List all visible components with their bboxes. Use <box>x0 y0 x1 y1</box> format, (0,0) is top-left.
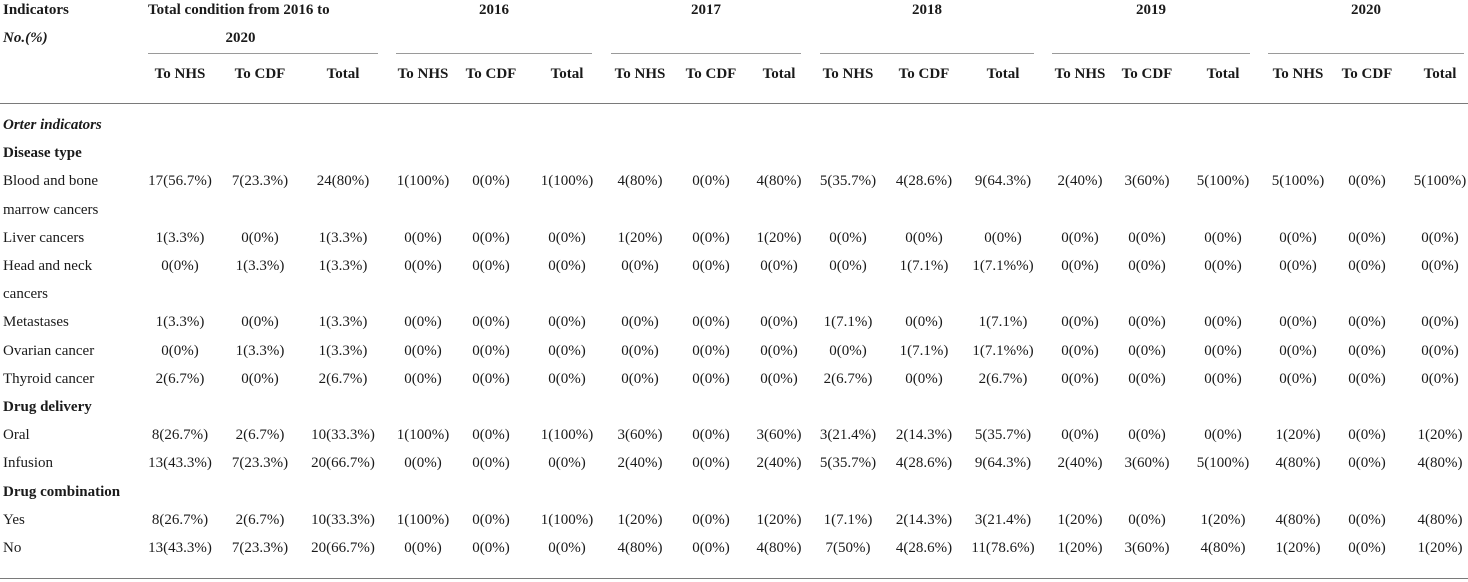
sub-column-header: To CDF <box>465 66 517 82</box>
table-cell: 1(3.3%) <box>318 229 368 246</box>
table-cell: 0(0%) <box>1421 342 1459 359</box>
table-cell: 2(14.3%) <box>895 427 953 444</box>
total-group-header-line2: 2020 <box>225 30 256 46</box>
sub-column-header: Total <box>1423 66 1457 82</box>
table-cell: 1(3.3%) <box>155 314 205 331</box>
table-cell: 4(28.6%) <box>895 540 953 556</box>
table-cell: 13(43.3%) <box>148 540 212 556</box>
header-bottom-rule <box>0 103 1468 104</box>
table-cell: 2(6.7%) <box>318 370 368 387</box>
row-label: Liver cancers <box>3 229 85 246</box>
sub-column-header: To CDF <box>1341 66 1393 82</box>
row-label: Metastases <box>3 314 69 331</box>
table-cell: 4(28.6%) <box>895 455 953 472</box>
group-rule-2018 <box>820 53 1034 54</box>
table-cell: 2(6.7%) <box>235 427 285 444</box>
table-cell: 5(100%) <box>1413 173 1467 190</box>
group-rule-2019 <box>1052 53 1250 54</box>
table-cell: 1(3.3%) <box>235 258 285 274</box>
section-heading: Drug delivery <box>3 399 92 415</box>
table-cell: 20(66.7%) <box>311 455 375 472</box>
table-cell: 2(14.3%) <box>895 511 953 528</box>
sub-column-header: To NHS <box>822 66 874 82</box>
sub-column-header: Total <box>986 66 1020 82</box>
sub-column-header: Total <box>550 66 584 82</box>
table-cell: 4(80%) <box>1417 511 1463 528</box>
table-cell: 8(26.7%) <box>151 427 209 444</box>
table-cell: 17(56.7%) <box>148 173 212 190</box>
table-cell: 1(7.1%) <box>899 258 949 274</box>
table-cell: 0(0%) <box>161 342 199 359</box>
table-cell: 0(0%) <box>905 370 943 387</box>
section-heading: Drug combination <box>3 483 121 500</box>
table-cell: 4(28.6%) <box>895 173 953 190</box>
table-cell: 1(3.3%) <box>155 229 205 246</box>
indicators-header: Indicators <box>3 2 69 18</box>
row-label: Yes <box>3 511 25 528</box>
group-rule-2016 <box>396 53 592 54</box>
group-rule-2017 <box>611 53 801 54</box>
year-header-2017: 2017 <box>691 2 721 18</box>
sub-column-header: To CDF <box>234 66 286 82</box>
table-cell: 1(3.3%) <box>318 342 368 359</box>
year-header-2016: 2016 <box>479 2 509 18</box>
table-cell: 2(6.7%) <box>235 511 285 528</box>
group-rule-total <box>148 53 378 54</box>
no-pct-header: No.(%) <box>3 30 48 46</box>
sub-column-header: Total <box>762 66 796 82</box>
sub-column-header: Total <box>326 66 360 82</box>
row-label: Ovarian cancer <box>3 342 95 359</box>
table-cell: 10(33.3%) <box>311 511 375 528</box>
table-cell: 1(20%) <box>1417 540 1463 556</box>
sub-column-header: To NHS <box>614 66 666 82</box>
row-label: Infusion <box>3 455 53 472</box>
table-cell: 2(6.7%) <box>155 370 205 387</box>
sub-column-header: Total <box>1206 66 1240 82</box>
sub-column-header: To NHS <box>1272 66 1324 82</box>
table-bottom-rule <box>0 578 1468 579</box>
table-cell: 7(23.3%) <box>231 540 289 556</box>
sub-column-header: To NHS <box>154 66 206 82</box>
table-cell: 0(0%) <box>241 370 279 387</box>
table-cell: 20(66.7%) <box>311 540 375 556</box>
table-cell: 1(7.1%) <box>899 342 949 359</box>
group-rule-2020 <box>1268 53 1464 54</box>
table-cell: 0(0%) <box>1421 370 1459 387</box>
sub-column-header: To CDF <box>898 66 950 82</box>
table-cell: 13(43.3%) <box>148 455 212 472</box>
total-group-header-line1: Total condition from 2016 to <box>148 2 330 18</box>
row-label: Thyroid cancer <box>3 370 95 387</box>
section-heading: Disease type <box>3 145 82 162</box>
row-label: Oral <box>3 427 30 444</box>
table-cell: 0(0%) <box>241 314 279 331</box>
table-cell: 1(3.3%) <box>235 342 285 359</box>
table-cell: 1(20%) <box>1417 427 1463 444</box>
table-cell: 4(80%) <box>1417 455 1463 472</box>
sub-column-header: To CDF <box>1121 66 1173 82</box>
row-label: Blood and bone <box>3 173 98 190</box>
table-cell: 0(0%) <box>1421 314 1459 331</box>
year-header-2019: 2019 <box>1136 2 1166 18</box>
table-cell: 1(3.3%) <box>318 258 368 274</box>
year-header-2018: 2018 <box>912 2 942 18</box>
table-cell: 0(0%) <box>905 314 943 331</box>
table-cell: 7(23.3%) <box>231 455 289 472</box>
year-header-2020: 2020 <box>1351 2 1381 18</box>
row-label: Head and neck <box>3 258 93 274</box>
table-cell: 10(33.3%) <box>311 427 375 444</box>
table-cell: 24(80%) <box>316 173 370 190</box>
table-cell: 0(0%) <box>241 229 279 246</box>
table-cell: 1(3.3%) <box>318 314 368 331</box>
section-italic-heading: Orter indicators <box>3 117 102 133</box>
table-cell: 7(23.3%) <box>231 173 289 190</box>
row-label-continued: marrow cancers <box>3 201 99 218</box>
table-cell: 0(0%) <box>905 229 943 246</box>
table-cell: 0(0%) <box>1421 258 1459 274</box>
table-cell: 0(0%) <box>161 258 199 274</box>
table-cell: 0(0%) <box>1421 229 1459 246</box>
table-cell: 8(26.7%) <box>151 511 209 528</box>
row-label-continued: cancers <box>3 286 48 303</box>
row-label: No <box>3 540 22 556</box>
